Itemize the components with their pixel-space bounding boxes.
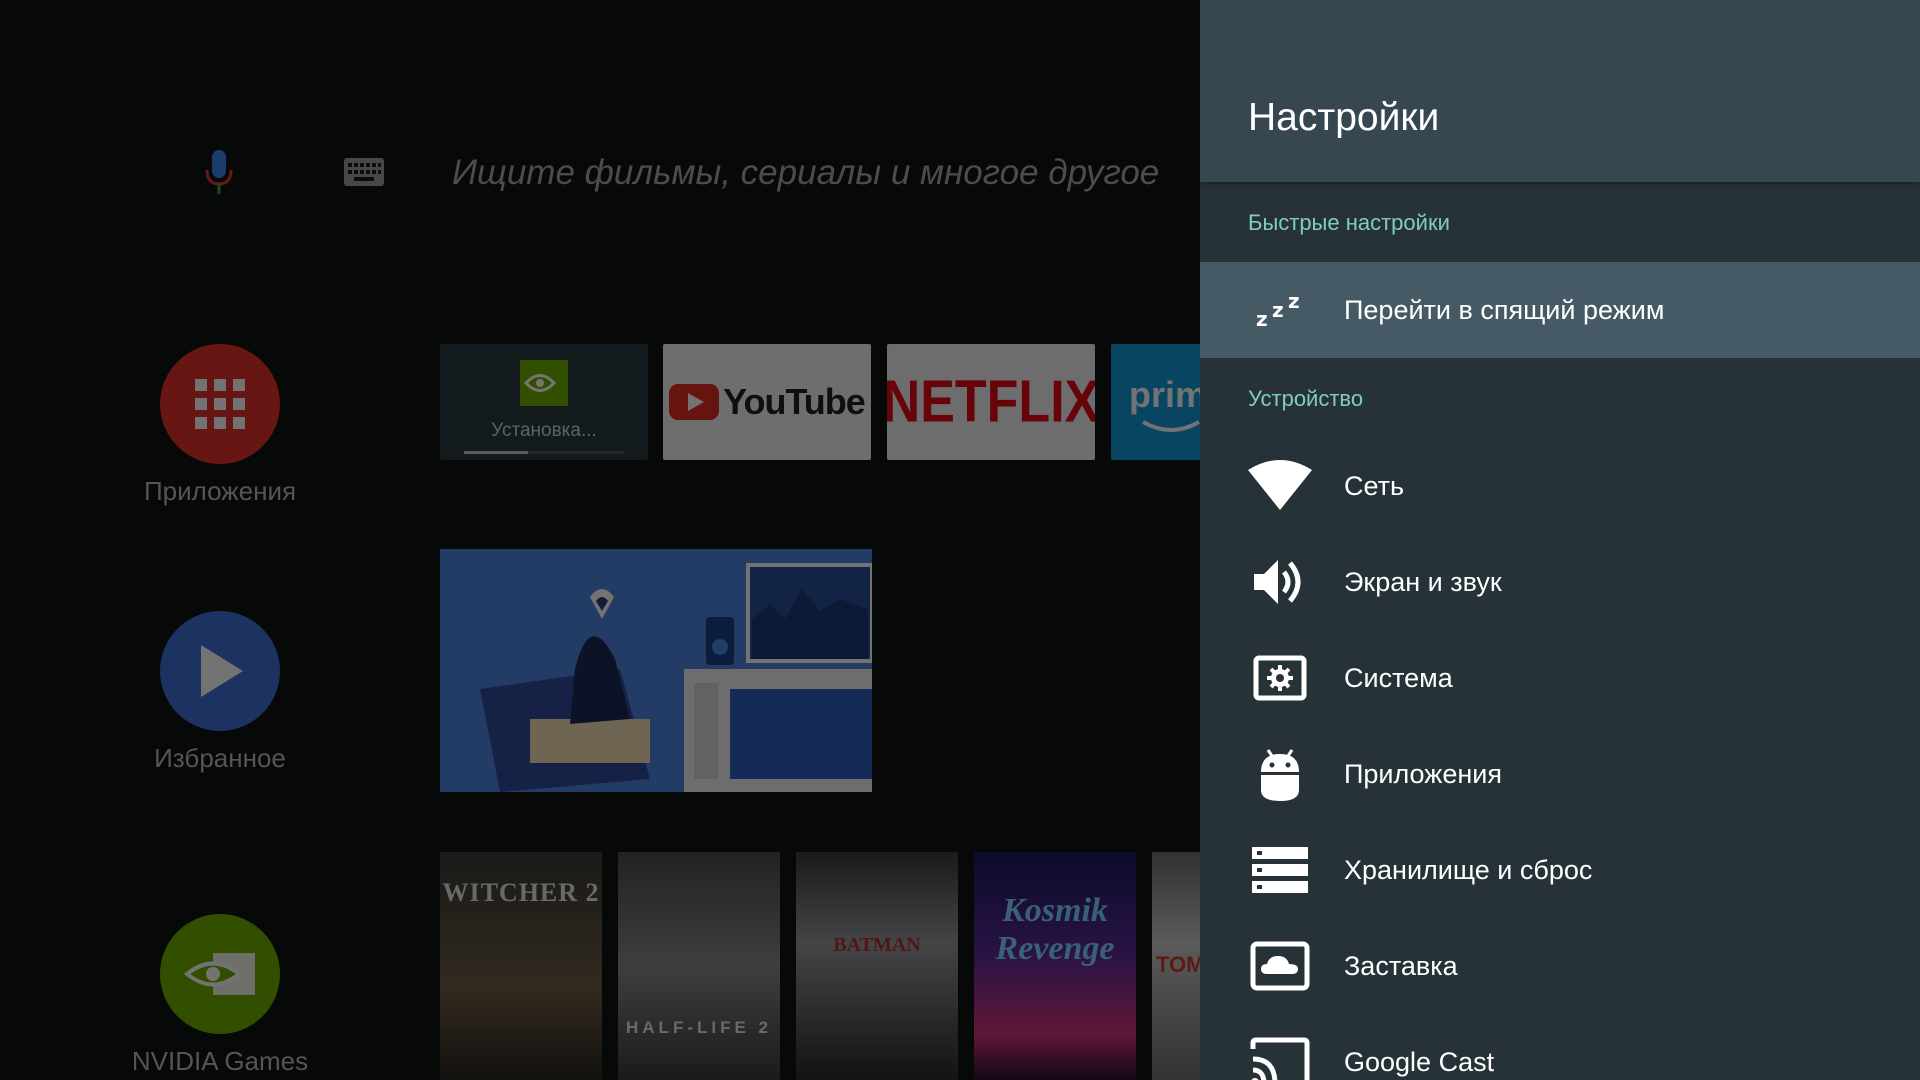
quick-settings-section-label: Быстрые настройки	[1248, 210, 1450, 235]
nvidia-games-logo	[520, 360, 568, 406]
netflix-wordmark: NETFLIX	[887, 368, 1095, 436]
device-section-label: Устройство	[1248, 386, 1364, 411]
settings-item-label: Перейти в спящий режим	[1344, 294, 1665, 325]
svg-text:z: z	[1272, 298, 1284, 322]
keyboard-icon[interactable]	[344, 158, 384, 186]
nvidia-circle	[160, 914, 280, 1034]
favorites-launcher-button[interactable]: Избранное	[120, 611, 320, 774]
volume-icon	[1248, 550, 1312, 614]
android-icon	[1248, 742, 1312, 806]
promo-illustration	[440, 549, 872, 792]
settings-item-label: Приложения	[1344, 758, 1502, 789]
game-tile[interactable]: BATMAN	[796, 852, 958, 1080]
settings-item-label: Заставка	[1344, 950, 1458, 981]
settings-item-apps[interactable]: Приложения	[1200, 726, 1920, 822]
settings-item-label: Хранилище и сброс	[1344, 854, 1593, 885]
microphone-icon[interactable]	[204, 150, 234, 196]
settings-item-network[interactable]: Сеть	[1200, 438, 1920, 534]
youtube-play-icon	[669, 384, 720, 420]
featured-promo-banner[interactable]	[440, 549, 872, 792]
screensaver-icon	[1248, 934, 1312, 998]
search-input[interactable]	[452, 140, 1192, 206]
apps-grid-icon	[195, 379, 245, 429]
netflix-tile[interactable]: NETFLIX	[887, 344, 1095, 460]
install-progress-bar	[464, 451, 624, 454]
settings-item-label: Система	[1344, 662, 1453, 693]
play-icon	[201, 645, 243, 697]
game-title: Kosmik Revenge	[995, 892, 1115, 967]
game-tile[interactable]: WITCHER 2	[440, 852, 602, 1080]
apps-launcher-button[interactable]: Приложения	[120, 344, 320, 507]
favorites-circle	[160, 611, 280, 731]
settings-header: Настройки	[1200, 0, 1920, 182]
tv-screen: Приложения Избранное NVIDIA Games	[0, 0, 1920, 1080]
game-title: BATMAN	[833, 934, 921, 956]
system-gear-icon	[1248, 646, 1312, 710]
apps-circle	[160, 344, 280, 464]
settings-item-storage-reset[interactable]: Хранилище и сброс	[1200, 822, 1920, 918]
installing-label: Установка...	[491, 420, 597, 441]
wifi-icon	[1248, 454, 1312, 518]
nvidia-games-launcher-button[interactable]: NVIDIA Games	[120, 914, 320, 1077]
search-row	[0, 140, 1200, 206]
settings-item-google-cast[interactable]: Google Cast	[1200, 1014, 1920, 1080]
settings-item-screensaver[interactable]: Заставка	[1200, 918, 1920, 1014]
install-progress-fill	[464, 451, 528, 454]
launcher-home: Приложения Избранное NVIDIA Games	[0, 0, 1200, 1080]
prime-smile-icon	[1142, 420, 1200, 432]
settings-item-display-sound[interactable]: Экран и звук	[1200, 534, 1920, 630]
settings-panel: Настройки Быстрые настройки z z z Перейт…	[1200, 0, 1920, 1080]
svg-text:z: z	[1288, 290, 1300, 313]
cast-icon	[1248, 1030, 1312, 1080]
settings-item-system[interactable]: Система	[1200, 630, 1920, 726]
installing-app-tile[interactable]: Установка...	[440, 344, 648, 460]
youtube-tile[interactable]: YouTube	[663, 344, 871, 460]
prime-wordmark: prim	[1129, 374, 1200, 415]
favorites-label: Избранное	[154, 743, 286, 773]
game-title: HALF-LIFE 2	[626, 1018, 772, 1037]
svg-text:z: z	[1256, 307, 1268, 330]
nvidia-eye-icon	[183, 953, 255, 995]
game-tile[interactable]: Kosmik Revenge	[974, 852, 1136, 1080]
prime-video-tile[interactable]: prim	[1111, 344, 1200, 460]
game-tile[interactable]: TOM	[1152, 852, 1200, 1080]
settings-item-label: Сеть	[1344, 470, 1405, 501]
youtube-wordmark: YouTube	[723, 381, 866, 422]
nvidia-games-label: NVIDIA Games	[131, 1046, 309, 1076]
settings-title: Настройки	[1248, 96, 1440, 139]
storage-icon	[1248, 838, 1312, 902]
game-title: TOM	[1156, 952, 1200, 977]
game-title: WITCHER 2	[442, 878, 600, 907]
apps-label: Приложения	[143, 476, 297, 506]
sleep-icon: z z z	[1248, 278, 1312, 342]
settings-item-label: Экран и звук	[1344, 566, 1502, 597]
settings-item-label: Google Cast	[1344, 1046, 1495, 1077]
game-tile[interactable]: HALF-LIFE 2	[618, 852, 780, 1080]
settings-item-sleep[interactable]: z z z Перейти в спящий режим	[1200, 262, 1920, 358]
